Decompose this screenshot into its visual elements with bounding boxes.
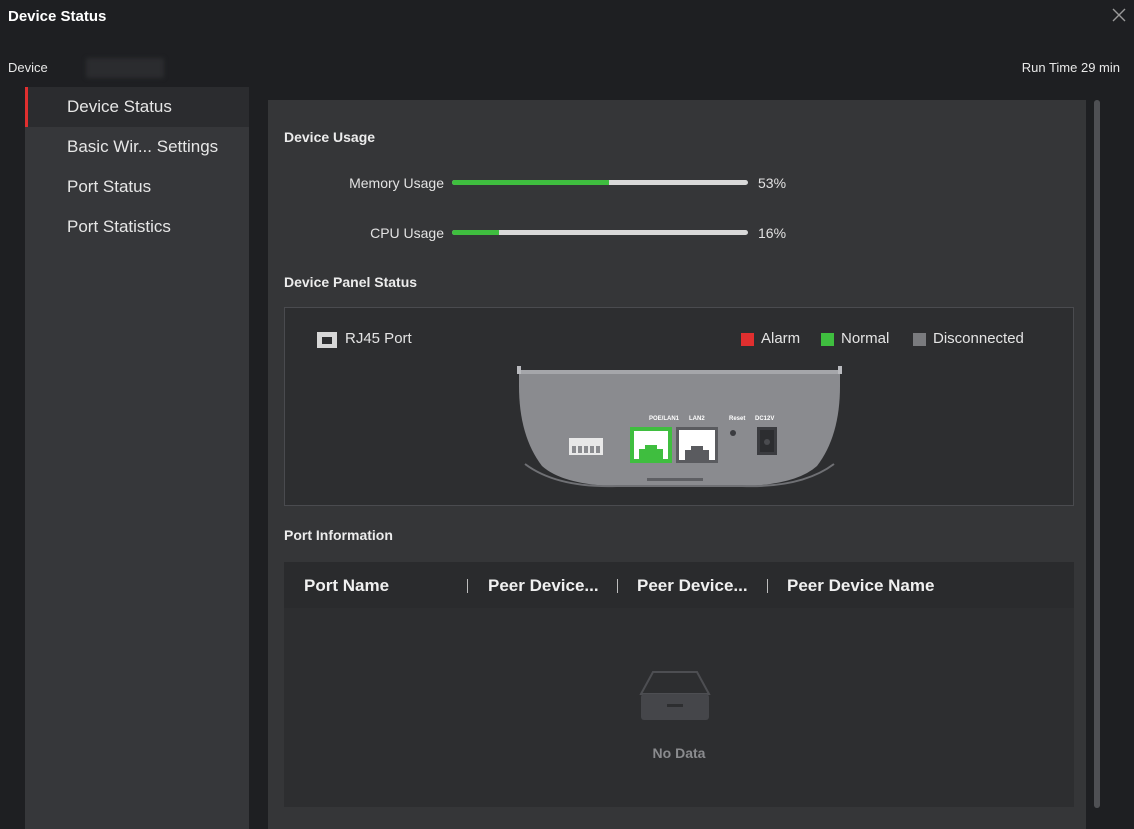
cpu-usage-bar (452, 230, 748, 235)
dip-switch-icon (569, 438, 603, 455)
main-content: Device Usage Memory Usage 53% CPU Usage … (268, 100, 1086, 829)
dc12v-label: DC12V (755, 416, 774, 422)
column-separator[interactable] (467, 579, 468, 593)
legend-alarm-swatch (741, 333, 754, 346)
memory-usage-label: Memory Usage (349, 175, 444, 191)
legend-disconnected-label: Disconnected (933, 330, 1024, 347)
device-panel-status-title: Device Panel Status (284, 274, 418, 290)
column-peer-device-1[interactable]: Peer Device... (488, 576, 599, 596)
cpu-usage-value: 16% (758, 225, 787, 241)
cpu-usage-bar-fill (452, 230, 500, 235)
sidebar: Device Status Basic Wir... Settings Port… (25, 87, 249, 829)
column-peer-device-name[interactable]: Peer Device Name (787, 576, 934, 596)
no-data-text: No Data (652, 745, 706, 761)
title-bar: Device Status (0, 0, 1134, 34)
sidebar-item-basic-wireless-settings[interactable]: Basic Wir... Settings (25, 127, 249, 167)
device-usage-title: Device Usage (284, 129, 376, 145)
column-port-name[interactable]: Port Name (304, 576, 389, 596)
column-separator[interactable] (767, 579, 768, 593)
poe-lan1-port[interactable] (630, 427, 672, 463)
device-panel: RJ45 Port Alarm Normal Disconnected POE/… (284, 307, 1074, 506)
device-name-redacted (86, 58, 164, 78)
poe-lan1-port-label: POE/LAN1 (649, 416, 680, 422)
device-panel-image: POE/LAN1 LAN2 Reset DC12V (517, 366, 842, 488)
legend-alarm-label: Alarm (761, 330, 801, 347)
content-scrollbar[interactable] (1094, 100, 1100, 808)
port-table-header: Port Name Peer Device... Peer Device... … (284, 562, 1074, 608)
cpu-usage-label: CPU Usage (370, 225, 444, 241)
legend-normal-swatch (821, 333, 834, 346)
memory-usage-bar-fill (452, 180, 609, 185)
lan2-port[interactable] (676, 427, 718, 463)
column-peer-device-2[interactable]: Peer Device... (637, 576, 748, 596)
device-info-row: Device Run Time 29 min (0, 56, 1134, 80)
window-title: Device Status (8, 8, 107, 25)
port-table-body: No Data (284, 608, 1074, 807)
empty-tray-icon (639, 671, 711, 720)
close-icon[interactable] (1110, 6, 1128, 24)
reset-label: Reset (729, 416, 745, 422)
legend-normal-label: Normal (841, 330, 890, 347)
memory-usage-value: 53% (758, 175, 787, 191)
sidebar-item-port-status[interactable]: Port Status (25, 167, 249, 207)
device-label: Device (8, 60, 48, 75)
rj45-port-label: RJ45 Port (345, 330, 412, 347)
dc-power-port (757, 427, 777, 455)
rj45-port-icon (317, 332, 337, 348)
column-separator[interactable] (617, 579, 618, 593)
port-information-title: Port Information (284, 527, 393, 543)
lan2-port-label: LAN2 (689, 416, 705, 422)
sidebar-item-port-statistics[interactable]: Port Statistics (25, 207, 249, 247)
run-time: Run Time 29 min (1021, 60, 1120, 75)
scrollbar-thumb[interactable] (1094, 100, 1100, 808)
memory-usage-bar (452, 180, 748, 185)
legend-disconnected-swatch (913, 333, 926, 346)
reset-hole (730, 430, 736, 436)
sidebar-item-device-status[interactable]: Device Status (25, 87, 249, 127)
